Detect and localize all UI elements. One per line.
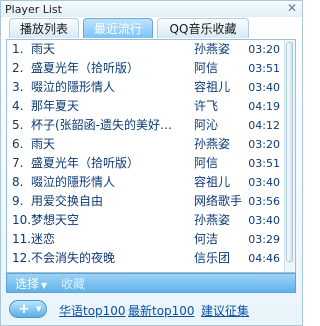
- song-title: 盛夏光年（拾听版）: [31, 156, 140, 170]
- collect-button[interactable]: 收藏: [61, 275, 85, 292]
- song-artist: 容祖儿: [194, 80, 231, 94]
- song-list[interactable]: 1. 雨天 孙燕姿 03:20 2. 盛夏光年（拾听版） 阿信 03:51 3. 啜泣的隱形情人容…: [6, 39, 296, 273]
- song-duration: 03:51: [248, 62, 280, 75]
- song-artist: 阿沁: [194, 118, 219, 132]
- song-row[interactable]: 3. 啜泣的隱形情人 容祖儿 03:40: [7, 78, 285, 97]
- song-duration: 03:40: [248, 81, 280, 94]
- song-row[interactable]: 4. 那年夏天 许飞 04:19: [7, 97, 285, 116]
- song-title: 梦想天空: [31, 213, 80, 227]
- song-artist: 许飞: [194, 99, 219, 113]
- song-artist: 孙燕姿: [194, 137, 231, 151]
- song-duration: 03:29: [248, 233, 280, 246]
- song-duration: 03:40: [248, 214, 280, 227]
- song-duration: 03:20: [248, 43, 280, 56]
- song-title: 雨天: [31, 42, 56, 56]
- song-duration: 03:20: [248, 138, 280, 151]
- tab-qq-music-favorites[interactable]: QQ音乐收藏: [157, 18, 249, 38]
- song-title: 用爱交换自由: [31, 194, 104, 208]
- song-artist: 何洁: [194, 232, 219, 246]
- select-button[interactable]: 选择 ▼: [15, 275, 47, 292]
- song-title: 那年夏天: [31, 99, 80, 113]
- song-row[interactable]: 5. 杯子(张韶函-遗失的美好… 阿沁 04:12: [7, 116, 285, 135]
- song-row[interactable]: 7. 盛夏光年（拾听版） 阿信 03:51: [7, 154, 285, 173]
- song-artist: 阿信: [194, 156, 219, 170]
- song-list-rows: 1. 雨天 孙燕姿 03:20 2. 盛夏光年（拾听版） 阿信 03:51 3. 啜泣的隱形情人容…: [7, 40, 285, 268]
- close-icon[interactable]: ✕: [286, 2, 298, 14]
- select-label: 选择: [15, 277, 40, 291]
- bottom-toolbar: + ▼ 华语top100 最新top100 建议征集: [1, 297, 302, 325]
- plus-icon: +: [18, 301, 30, 317]
- song-duration: 03:51: [248, 157, 280, 170]
- song-row[interactable]: 10. 梦想天空 孙燕姿 03:40: [7, 211, 285, 230]
- song-row[interactable]: 2. 盛夏光年（拾听版） 阿信 03:51: [7, 59, 285, 78]
- song-title: 迷恋: [31, 232, 56, 246]
- song-duration: 03:40: [248, 176, 280, 189]
- song-row[interactable]: 12. 不会消失的夜晚 信乐团 04:46: [7, 249, 285, 268]
- song-duration: 04:19: [248, 100, 280, 113]
- tab-playlist[interactable]: 播放列表: [9, 18, 79, 38]
- song-artist: 容祖儿: [194, 175, 231, 189]
- song-duration: 03:56: [248, 195, 280, 208]
- song-duration: 04:46: [248, 252, 280, 265]
- song-title: 不会消失的夜晚: [31, 251, 116, 265]
- song-artist: 孙燕姿: [194, 213, 231, 227]
- scrollbar[interactable]: [284, 40, 295, 272]
- tab-bar: 播放列表 最近流行 QQ音乐收藏: [9, 17, 296, 39]
- window-title: Player List: [5, 3, 62, 16]
- scrollbar-thumb[interactable]: [286, 42, 293, 262]
- player-list-window: Player List ✕ 播放列表 最近流行 QQ音乐收藏 1. 雨天 孙燕姿 03…: [0, 0, 303, 326]
- song-row[interactable]: 6. 雨天 孙燕姿 03:20: [7, 135, 285, 154]
- song-row[interactable]: 8. 啜泣的隱形情人 容祖儿 03:40: [7, 173, 285, 192]
- chevron-down-icon: ▼: [41, 281, 48, 290]
- song-artist: 孙燕姿: [194, 42, 231, 56]
- song-duration: 04:12: [248, 119, 280, 132]
- title-bar[interactable]: Player List ✕: [1, 1, 302, 17]
- song-title: 杯子(张韶函-遗失的美好…: [31, 118, 173, 132]
- link-suggestions[interactable]: 建议征集: [201, 302, 249, 319]
- link-chinese-top100[interactable]: 华语top100: [59, 302, 126, 319]
- song-artist: 网络歌手: [194, 194, 242, 208]
- list-action-bar: 选择 ▼ 收藏: [6, 273, 296, 293]
- song-artist: 阿信: [194, 61, 219, 75]
- tab-recent-popular[interactable]: 最近流行: [83, 18, 153, 38]
- song-row[interactable]: 9. 用爱交换自由 网络歌手 03:56: [7, 192, 285, 211]
- song-row[interactable]: 1. 雨天 孙燕姿 03:20: [7, 40, 285, 59]
- add-button[interactable]: + ▼: [9, 300, 47, 318]
- link-latest-top100[interactable]: 最新top100: [128, 302, 195, 319]
- song-title: 盛夏光年（拾听版）: [31, 61, 140, 75]
- song-title: 啜泣的隱形情人: [31, 80, 116, 94]
- song-row[interactable]: 11. 迷恋 何洁 03:29: [7, 230, 285, 249]
- song-title: 啜泣的隱形情人: [31, 175, 116, 189]
- chevron-down-icon: ▼: [36, 305, 42, 313]
- song-title: 雨天: [31, 137, 56, 151]
- song-artist: 信乐团: [194, 251, 231, 265]
